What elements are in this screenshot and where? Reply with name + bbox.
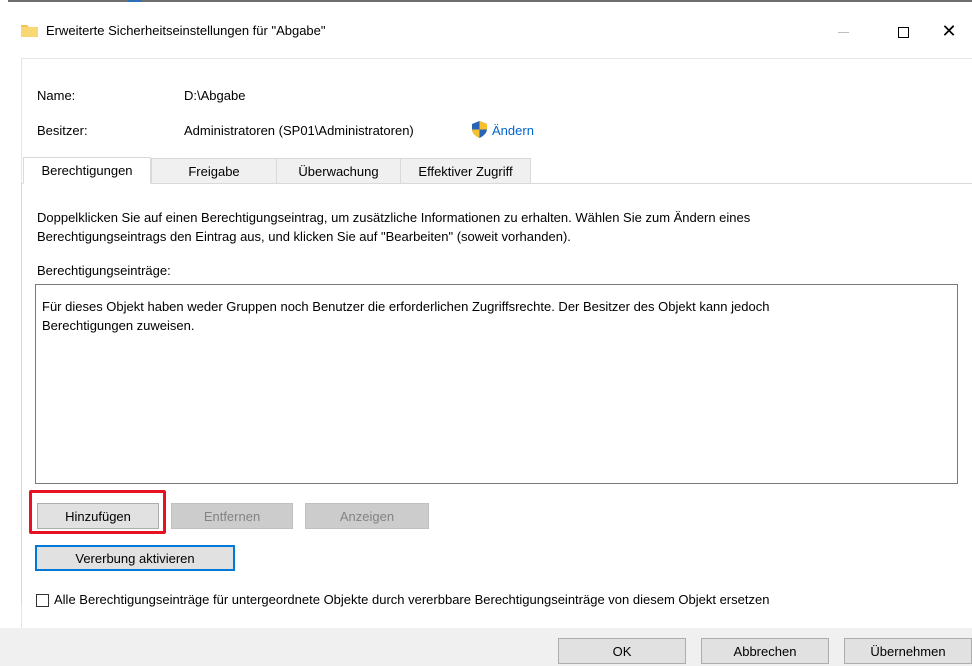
close-icon: ✕ [941,21,957,42]
replace-child-permissions-label[interactable]: Alle Berechtigungseinträge für untergeor… [54,592,769,607]
empty-message-line-2: Berechtigungen zuweisen. [42,318,195,333]
minimize-button[interactable] [820,12,866,52]
folder-icon [21,25,38,37]
ok-button[interactable]: OK [558,638,686,664]
apply-button[interactable]: Übernehmen [844,638,972,664]
name-value: D:\Abgabe [184,88,246,103]
empty-list-message: Für dieses Objekt haben weder Gruppen no… [42,297,922,335]
minimize-icon [837,31,849,33]
name-label: Name: [37,88,76,103]
close-button[interactable]: ✕ [926,12,972,52]
title-bar: Erweiterte Sicherheitseinstellungen für … [0,2,972,58]
maximize-button[interactable] [880,12,926,52]
owner-label: Besitzer: [37,123,88,138]
cancel-button[interactable]: Abbrechen [701,638,829,664]
enable-inheritance-button[interactable]: Vererbung aktivieren [35,545,235,571]
description-line-2: Berechtigungseintrags den Eintrag aus, u… [37,229,571,244]
change-owner-link[interactable]: Ändern [492,123,534,138]
uac-shield-icon [472,121,487,138]
permission-entries-list[interactable]: Für dieses Objekt haben weder Gruppen no… [35,284,958,484]
tab-freigabe[interactable]: Freigabe [151,158,277,183]
tab-berechtigungen[interactable]: Berechtigungen [23,157,151,184]
replace-child-permissions-checkbox[interactable] [36,594,49,607]
description-line-1: Doppelklicken Sie auf einen Berechtigung… [37,210,751,225]
tab-effektiver-zugriff[interactable]: Effektiver Zugriff [400,158,531,183]
empty-message-line-1: Für dieses Objekt haben weder Gruppen no… [42,299,770,314]
maximize-icon [897,26,909,38]
owner-value: Administratoren (SP01\Administratoren) [184,123,414,138]
add-button[interactable]: Hinzufügen [37,503,159,529]
tab-ueberwachung[interactable]: Überwachung [276,158,401,183]
permission-entries-label: Berechtigungseinträge: [37,263,171,278]
view-button[interactable]: Anzeigen [305,503,429,529]
remove-button[interactable]: Entfernen [171,503,293,529]
window-title: Erweiterte Sicherheitseinstellungen für … [46,23,326,38]
